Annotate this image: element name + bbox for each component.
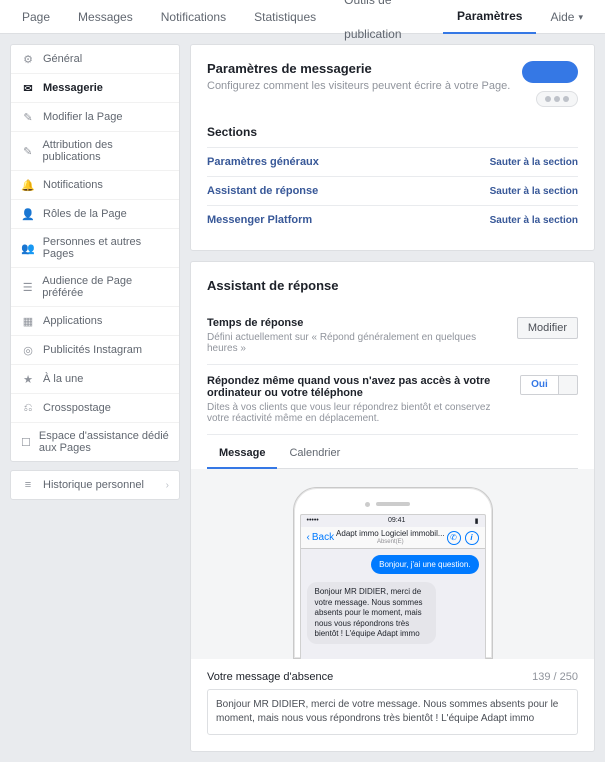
assistant-heading: Assistant de réponse — [207, 278, 578, 293]
nav-messages[interactable]: Messages — [64, 0, 147, 34]
pencil-icon: ✎ — [21, 144, 34, 158]
away-message-label: Votre message d'absence — [207, 671, 333, 683]
section-link-messenger[interactable]: Messenger Platform — [207, 214, 312, 226]
crosspost-icon: ⎌ — [21, 401, 35, 415]
star-icon: ★ — [21, 372, 35, 386]
history-icon: ≡ — [21, 478, 35, 492]
sidebar-item-crossposting[interactable]: ⎌Crosspostage — [11, 394, 179, 423]
phone-clock: 09:41 — [388, 517, 406, 525]
grid-icon: ▦ — [21, 314, 35, 328]
top-nav: Page Messages Notifications Statistiques… — [0, 0, 605, 34]
signal-icon: ••••• — [307, 517, 319, 525]
chevron-left-icon: ‹ — [307, 532, 310, 543]
response-assistant-card: Assistant de réponse Temps de réponse Dé… — [190, 261, 595, 752]
phone-user-message: Bonjour, j'ai une question. — [371, 555, 478, 574]
messaging-subtitle: Configurez comment les visiteurs peuvent… — [207, 80, 514, 92]
response-time-label: Temps de réponse — [207, 317, 507, 329]
typing-dots-decoration — [536, 91, 578, 107]
sidebar-item-history[interactable]: ≡Historique personnel› — [11, 471, 179, 499]
sidebar-item-apps[interactable]: ▦Applications — [11, 307, 179, 336]
away-message-count: 139 / 250 — [532, 671, 578, 683]
list-icon: ☰ — [21, 280, 34, 294]
mail-icon: ✉ — [21, 81, 35, 95]
users-icon: 👥 — [21, 241, 35, 255]
battery-icon: ▮ — [475, 517, 479, 525]
section-skip-messenger[interactable]: Sauter à la section — [490, 215, 578, 226]
chevron-right-icon: › — [166, 480, 169, 491]
nav-page[interactable]: Page — [8, 0, 64, 34]
section-row-assistant: Assistant de réponse Sauter à la section — [207, 176, 578, 205]
phone-status-bar: ••••• 09:41 ▮ — [301, 515, 485, 527]
sections-heading: Sections — [207, 125, 578, 139]
away-reply-row: Répondez même quand vous n'avez pas accè… — [207, 365, 578, 435]
sidebar-item-edit-page[interactable]: ✎Modifier la Page — [11, 103, 179, 132]
phone-back-button[interactable]: ‹Back — [307, 532, 335, 543]
modify-button[interactable]: Modifier — [517, 317, 578, 339]
sidebar-item-messaging[interactable]: ✉Messagerie — [11, 74, 179, 103]
section-skip-assistant[interactable]: Sauter à la section — [490, 186, 578, 197]
caret-down-icon: ▾ — [578, 0, 583, 34]
sidebar-item-people[interactable]: 👥Personnes et autres Pages — [11, 229, 179, 268]
sidebar: ⚙Général ✉Messagerie ✎Modifier la Page ✎… — [10, 44, 180, 500]
section-link-assistant[interactable]: Assistant de réponse — [207, 185, 318, 197]
tab-message[interactable]: Message — [207, 439, 277, 469]
phone-info-icon[interactable]: i — [465, 531, 479, 545]
nav-stats[interactable]: Statistiques — [240, 0, 330, 34]
sidebar-item-notifications[interactable]: 🔔Notifications — [11, 171, 179, 200]
nav-help[interactable]: Aide▾ — [536, 0, 597, 34]
sidebar-item-roles[interactable]: 👤Rôles de la Page — [11, 200, 179, 229]
nav-publish-tools[interactable]: Outils de publication — [330, 0, 443, 34]
instagram-icon: ◎ — [21, 343, 35, 357]
sidebar-item-general[interactable]: ⚙Général — [11, 45, 179, 74]
sidebar-item-audience[interactable]: ☰Audience de Page préférée — [11, 268, 179, 307]
section-skip-general[interactable]: Sauter à la section — [490, 157, 578, 168]
away-reply-desc: Dites à vos clients que vous leur répond… — [207, 402, 510, 424]
phone-navbar: ‹Back Adapt immo Logiciel immobil...Abse… — [301, 527, 485, 549]
phone-call-icon[interactable]: ✆ — [447, 531, 461, 545]
away-toggle[interactable]: Oui — [520, 375, 578, 395]
user-icon: 👤 — [21, 207, 35, 221]
gear-icon: ⚙ — [21, 52, 35, 66]
blue-pill-decoration — [522, 61, 578, 83]
preview-tabs: Message Calendrier — [207, 439, 578, 469]
sidebar-item-featured[interactable]: ★À la une — [11, 365, 179, 394]
response-time-desc: Défini actuellement sur « Répond général… — [207, 332, 507, 354]
messaging-settings-card: Paramètres de messagerie Configurez comm… — [190, 44, 595, 251]
sidebar-item-instagram[interactable]: ◎Publicités Instagram — [11, 336, 179, 365]
section-row-general: Paramètres généraux Sauter à la section — [207, 147, 578, 176]
messaging-title: Paramètres de messagerie — [207, 61, 514, 76]
phone-nav-title: Adapt immo Logiciel immobil... — [336, 529, 444, 538]
phone-preview-wrap: ••••• 09:41 ▮ ‹Back Adapt immo Logiciel … — [191, 469, 594, 659]
section-row-messenger: Messenger Platform Sauter à la section — [207, 205, 578, 234]
phone-reply-message: Bonjour MR DIDIER, merci de votre messag… — [307, 582, 436, 644]
phone-frame: ••••• 09:41 ▮ ‹Back Adapt immo Logiciel … — [293, 487, 493, 659]
phone-nav-subtitle: Absent(E) — [334, 539, 446, 546]
nav-notifications[interactable]: Notifications — [147, 0, 240, 34]
response-time-row: Temps de réponse Défini actuellement sur… — [207, 307, 578, 365]
away-reply-label: Répondez même quand vous n'avez pas accè… — [207, 375, 510, 399]
toggle-on-label: Oui — [521, 376, 559, 394]
support-icon: ☐ — [21, 435, 31, 449]
nav-settings[interactable]: Paramètres — [443, 0, 536, 34]
sidebar-item-support[interactable]: ☐Espace d'assistance dédié aux Pages — [11, 423, 179, 461]
sidebar-item-attribution[interactable]: ✎Attribution des publications — [11, 132, 179, 171]
bell-icon: 🔔 — [21, 178, 35, 192]
section-link-general[interactable]: Paramètres généraux — [207, 156, 319, 168]
pencil-icon: ✎ — [21, 110, 35, 124]
away-message-textarea[interactable]: Bonjour MR DIDIER, merci de votre messag… — [207, 689, 578, 735]
tab-calendar[interactable]: Calendrier — [277, 439, 352, 468]
